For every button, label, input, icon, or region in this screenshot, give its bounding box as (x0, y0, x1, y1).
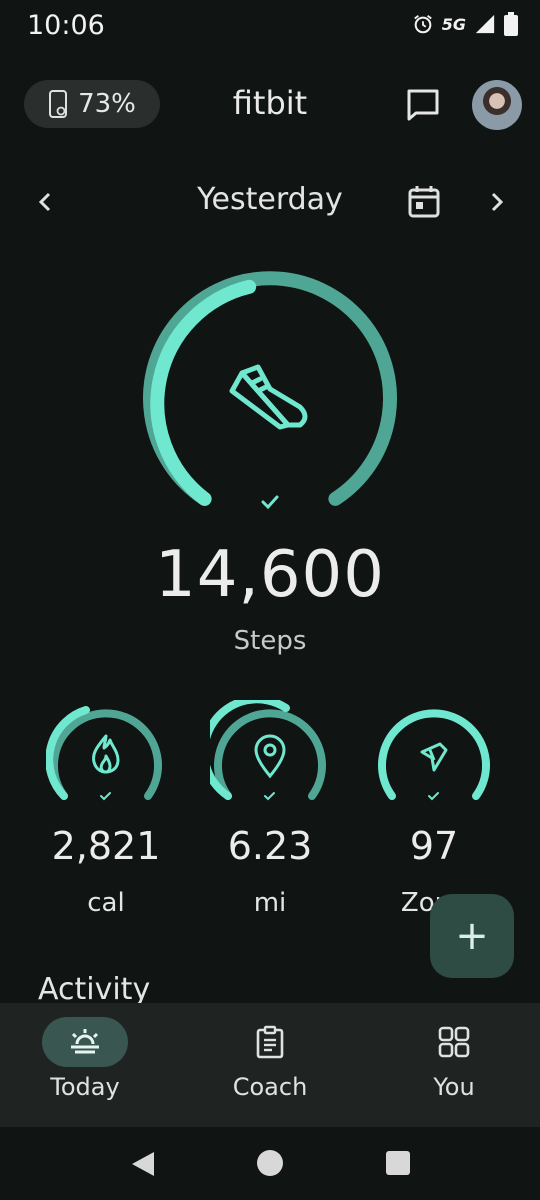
grid-icon (438, 1026, 470, 1058)
zone-minutes-stat[interactable]: 97 Zone (374, 700, 494, 918)
zone-check-icon (428, 792, 439, 801)
activity-section-heading: Activity (38, 972, 151, 1007)
home-icon[interactable] (256, 1149, 284, 1177)
active-zone-icon (420, 742, 448, 772)
zone-minutes-value: 97 (409, 824, 459, 868)
system-navigation-bar (0, 1127, 540, 1200)
nav-coach[interactable]: Coach (190, 1017, 350, 1101)
goal-check-icon (261, 495, 279, 510)
steps-value: 14,600 (155, 538, 385, 612)
calories-value: 2,821 (51, 824, 161, 868)
nav-today-label: Today (50, 1073, 120, 1101)
nav-today[interactable]: Today (5, 1017, 165, 1101)
recents-icon[interactable] (384, 1149, 412, 1177)
avatar[interactable] (472, 80, 522, 130)
nav-you[interactable]: You (374, 1017, 534, 1101)
steps-ring[interactable] (135, 270, 405, 520)
back-icon[interactable] (128, 1149, 158, 1179)
distance-check-icon (264, 792, 275, 801)
date-label: Yesterday (197, 182, 343, 217)
calories-stat[interactable]: 2,821 cal (46, 700, 166, 918)
signal-icon (475, 14, 495, 34)
zone-ring-progress (378, 709, 490, 800)
location-pin-icon (254, 734, 286, 779)
distance-stat[interactable]: 6.23 mi (210, 700, 330, 918)
steps-label: Steps (233, 626, 307, 656)
bottom-nav: Today Coach You (0, 1003, 540, 1127)
calories-unit: cal (87, 888, 125, 918)
alarm-icon (413, 15, 432, 34)
next-day-button[interactable] (482, 186, 512, 218)
nav-you-icon-wrap (411, 1017, 497, 1067)
add-button[interactable]: + (430, 894, 514, 978)
shoe-icon (229, 364, 308, 430)
calories-check-icon (100, 792, 111, 801)
status-time: 10:06 (27, 10, 105, 41)
distance-value: 6.23 (227, 824, 313, 868)
status-icons: 5G (412, 12, 518, 36)
nav-today-indicator (42, 1017, 128, 1067)
distance-unit: mi (253, 888, 287, 918)
sunrise-icon (71, 1029, 99, 1054)
flame-icon (92, 734, 120, 774)
nav-coach-label: Coach (232, 1073, 308, 1101)
chevron-right-icon (491, 192, 504, 212)
chat-icon (407, 89, 439, 121)
chat-button[interactable] (404, 86, 442, 124)
battery-icon (504, 12, 518, 36)
add-icon: + (455, 913, 489, 959)
nav-coach-icon-wrap (227, 1017, 313, 1067)
network-type: 5G (441, 14, 466, 34)
calendar-icon (408, 186, 440, 218)
nav-you-label: You (433, 1073, 475, 1101)
app-title: fitbit (232, 84, 308, 122)
clipboard-icon (256, 1025, 284, 1059)
calendar-button[interactable] (404, 182, 444, 222)
